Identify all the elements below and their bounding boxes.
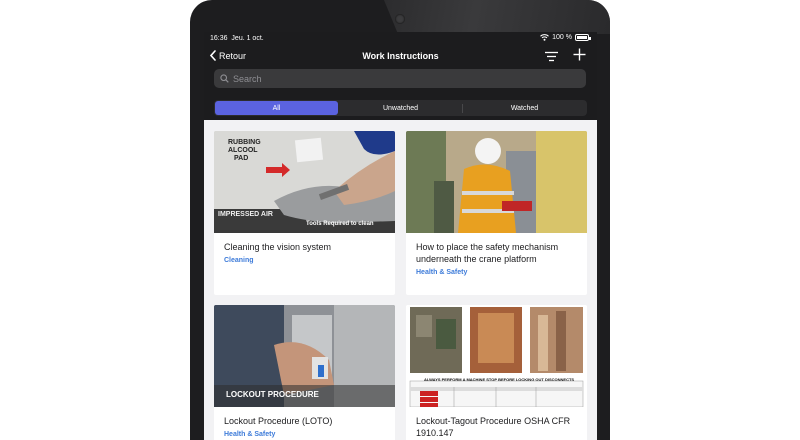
segment-unwatched[interactable]: Unwatched xyxy=(339,101,462,115)
bezel-reflection xyxy=(384,0,610,34)
card-category[interactable]: Health & Safety xyxy=(224,431,275,438)
image-text-lockout: LOCKOUT PROCEDURE xyxy=(226,390,319,399)
segmented-control: All Unwatched Watched xyxy=(214,100,587,116)
card-thumbnail: ALWAYS PERFORM A MACHINE STOP BEFORE LOC… xyxy=(406,305,587,407)
plus-icon xyxy=(573,48,586,61)
app-screen: 16:36 Jeu. 1 oct. 100 % Retour Work Inst… xyxy=(204,32,597,440)
status-clock: 16:36 xyxy=(210,35,228,42)
instruction-card[interactable]: RUBBING ALCOOL PAD IMPRESSED AIR Tools R… xyxy=(214,131,395,295)
status-date: Jeu. 1 oct. xyxy=(231,35,264,42)
top-bar: 16:36 Jeu. 1 oct. 100 % Retour Work Inst… xyxy=(204,32,597,120)
image-text-pad: PAD xyxy=(234,155,249,162)
battery-icon xyxy=(575,34,591,41)
image-text-alcool: ALCOOL xyxy=(228,147,258,154)
image-text-impressed-air: IMPRESSED AIR xyxy=(218,211,273,218)
segment-all[interactable]: All xyxy=(215,101,338,115)
segment-watched[interactable]: Watched xyxy=(463,101,586,115)
card-title: Lockout-Tagout Procedure OSHA CFR 1910.1… xyxy=(416,416,571,438)
card-title: Lockout Procedure (LOTO) xyxy=(224,416,333,426)
filter-button[interactable] xyxy=(545,49,558,67)
filter-icon xyxy=(545,51,558,62)
image-text-rubbing: RUBBING xyxy=(228,139,261,146)
image-text-tools-required: Tools Required to clean xyxy=(306,221,374,227)
card-thumbnail: RUBBING ALCOOL PAD IMPRESSED AIR Tools R… xyxy=(214,131,395,233)
instruction-card[interactable]: LOCKOUT PROCEDURE Lockout Procedure (LOT… xyxy=(214,305,395,440)
add-button[interactable] xyxy=(573,48,586,66)
card-category[interactable]: Cleaning xyxy=(224,257,254,264)
image-text-always-perform: ALWAYS PERFORM A MACHINE STOP BEFORE LOC… xyxy=(424,377,575,382)
instruction-card[interactable]: How to place the safety mechanism undern… xyxy=(406,131,587,295)
wifi-icon xyxy=(540,34,549,41)
card-thumbnail xyxy=(406,131,587,233)
card-title: How to place the safety mechanism undern… xyxy=(416,242,559,264)
card-category[interactable]: Health & Safety xyxy=(416,269,467,276)
search-input[interactable] xyxy=(233,73,563,84)
battery-percent: 100 % xyxy=(552,34,572,41)
card-thumbnail: LOCKOUT PROCEDURE xyxy=(214,305,395,407)
stage: 16:36 Jeu. 1 oct. 100 % Retour Work Inst… xyxy=(0,0,800,440)
camera-icon xyxy=(395,14,405,24)
page-title: Work Instructions xyxy=(362,51,439,61)
status-indicators: 100 % xyxy=(540,34,591,41)
instruction-card[interactable]: ALWAYS PERFORM A MACHINE STOP BEFORE LOC… xyxy=(406,305,587,440)
status-time: 16:36 Jeu. 1 oct. xyxy=(210,35,264,42)
search-icon xyxy=(220,74,229,83)
search-bar[interactable] xyxy=(214,69,586,88)
card-title: Cleaning the vision system xyxy=(224,242,332,252)
